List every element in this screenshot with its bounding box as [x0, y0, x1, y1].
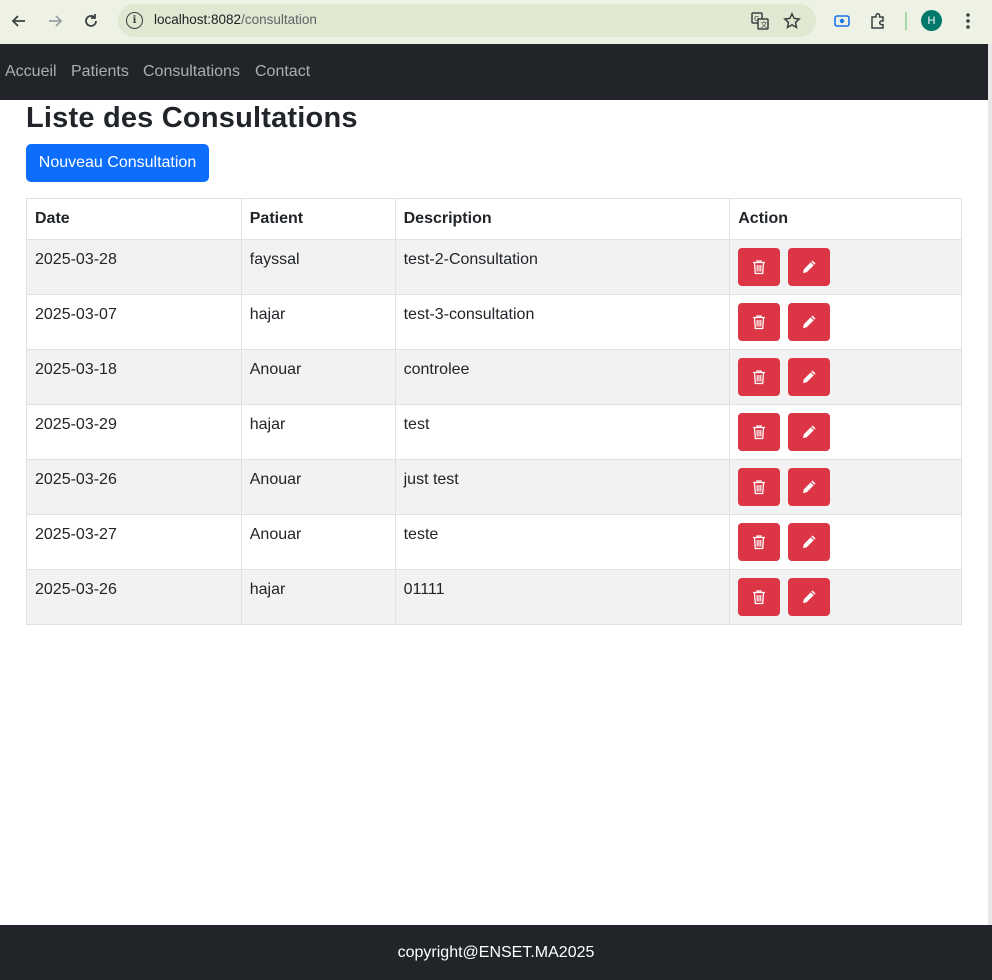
nav-link-accueil[interactable]: Accueil: [5, 63, 57, 81]
footer: copyright@ENSET.MA2025: [0, 925, 992, 980]
main-navbar: Accueil Patients Consultations Contact: [0, 44, 992, 100]
new-consultation-button[interactable]: Nouveau Consultation: [26, 144, 209, 182]
delete-button[interactable]: [738, 413, 781, 451]
forward-arrow-icon[interactable]: [42, 8, 68, 34]
profile-avatar[interactable]: H: [921, 10, 942, 31]
pencil-icon: [802, 315, 816, 329]
page-title: Liste des Consultations: [26, 102, 358, 134]
delete-button[interactable]: [738, 468, 781, 506]
menu-kebab-icon[interactable]: [957, 10, 979, 32]
trash-icon: [753, 535, 766, 550]
cell-description: test-3-consultation: [394, 294, 731, 350]
cell-patient: Anouar: [240, 459, 396, 515]
browser-toolbar: i localhost:8082/consultation G文 H: [0, 0, 992, 44]
cell-action: [729, 239, 962, 295]
header-date: Date: [26, 198, 242, 240]
address-bar[interactable]: i localhost:8082/consultation G文: [118, 4, 816, 37]
trash-icon: [753, 370, 766, 385]
cell-action: [729, 404, 962, 460]
delete-button[interactable]: [738, 523, 781, 561]
extensions-puzzle-icon[interactable]: [867, 10, 889, 32]
cell-action: [729, 569, 962, 625]
cell-date: 2025-03-07: [26, 294, 242, 350]
cell-date: 2025-03-18: [26, 349, 242, 405]
header-description: Description: [394, 198, 731, 240]
cell-description: test-2-Consultation: [394, 239, 731, 295]
cell-patient: Anouar: [240, 349, 396, 405]
cell-description: test: [394, 404, 731, 460]
toolbar-divider: [905, 12, 907, 30]
table-header-row: Date Patient Description Action: [26, 198, 962, 240]
table-row: 2025-03-26 Anouar just test: [26, 459, 962, 515]
cell-date: 2025-03-26: [26, 459, 242, 515]
cell-action: [729, 459, 962, 515]
edit-button[interactable]: [787, 303, 830, 341]
cell-patient: fayssal: [240, 239, 396, 295]
header-patient: Patient: [240, 198, 396, 240]
cell-date: 2025-03-29: [26, 404, 242, 460]
trash-icon: [753, 260, 766, 275]
edit-button[interactable]: [787, 358, 830, 396]
svg-text:文: 文: [761, 20, 768, 29]
pencil-icon: [802, 425, 816, 439]
translate-icon[interactable]: G文: [750, 11, 770, 31]
table-row: 2025-03-29 hajar test: [26, 404, 962, 460]
trash-icon: [753, 425, 766, 440]
table-row: 2025-03-27 Anouar teste: [26, 514, 962, 570]
cell-patient: hajar: [240, 294, 396, 350]
cell-action: [729, 294, 962, 350]
trash-icon: [753, 590, 766, 605]
cell-date: 2025-03-27: [26, 514, 242, 570]
pencil-icon: [802, 535, 816, 549]
screen-capture-icon[interactable]: [831, 10, 853, 32]
window-edge: [988, 44, 992, 925]
back-arrow-icon[interactable]: [6, 8, 32, 34]
edit-button[interactable]: [787, 248, 830, 286]
footer-copyright: copyright@ENSET.MA2025: [397, 943, 595, 961]
cell-patient: Anouar: [240, 514, 396, 570]
site-info-icon[interactable]: i: [126, 12, 143, 29]
edit-button[interactable]: [787, 523, 830, 561]
cell-description: 01111: [394, 569, 731, 625]
consultations-table: Date Patient Description Action 2025-03-…: [26, 198, 962, 625]
cell-description: teste: [394, 514, 731, 570]
cell-action: [729, 514, 962, 570]
url-text: localhost:8082/consultation: [154, 12, 317, 27]
cell-action: [729, 349, 962, 405]
table-body: 2025-03-28 fayssal test-2-Consultation 2…: [26, 239, 962, 625]
delete-button[interactable]: [738, 578, 781, 616]
svg-text:G: G: [754, 15, 759, 23]
reload-icon[interactable]: [78, 8, 104, 34]
table-row: 2025-03-18 Anouar controlee: [26, 349, 962, 405]
edit-button[interactable]: [787, 468, 830, 506]
cell-description: controlee: [394, 349, 731, 405]
cell-date: 2025-03-26: [26, 569, 242, 625]
trash-icon: [753, 480, 766, 495]
table-row: 2025-03-07 hajar test-3-consultation: [26, 294, 962, 350]
table-row: 2025-03-28 fayssal test-2-Consultation: [26, 239, 962, 295]
delete-button[interactable]: [738, 303, 781, 341]
bookmark-star-icon[interactable]: [782, 11, 802, 31]
delete-button[interactable]: [738, 248, 781, 286]
cell-date: 2025-03-28: [26, 239, 242, 295]
pencil-icon: [802, 590, 816, 604]
delete-button[interactable]: [738, 358, 781, 396]
pencil-icon: [802, 480, 816, 494]
trash-icon: [753, 315, 766, 330]
cell-patient: hajar: [240, 404, 396, 460]
cell-patient: hajar: [240, 569, 396, 625]
pencil-icon: [802, 260, 816, 274]
edit-button[interactable]: [787, 413, 830, 451]
nav-link-contact[interactable]: Contact: [255, 63, 310, 81]
table-row: 2025-03-26 hajar 01111: [26, 569, 962, 625]
cell-description: just test: [394, 459, 731, 515]
nav-link-patients[interactable]: Patients: [71, 63, 129, 81]
header-action: Action: [729, 198, 962, 240]
edit-button[interactable]: [787, 578, 830, 616]
nav-link-consultations[interactable]: Consultations: [143, 63, 240, 81]
pencil-icon: [802, 370, 816, 384]
